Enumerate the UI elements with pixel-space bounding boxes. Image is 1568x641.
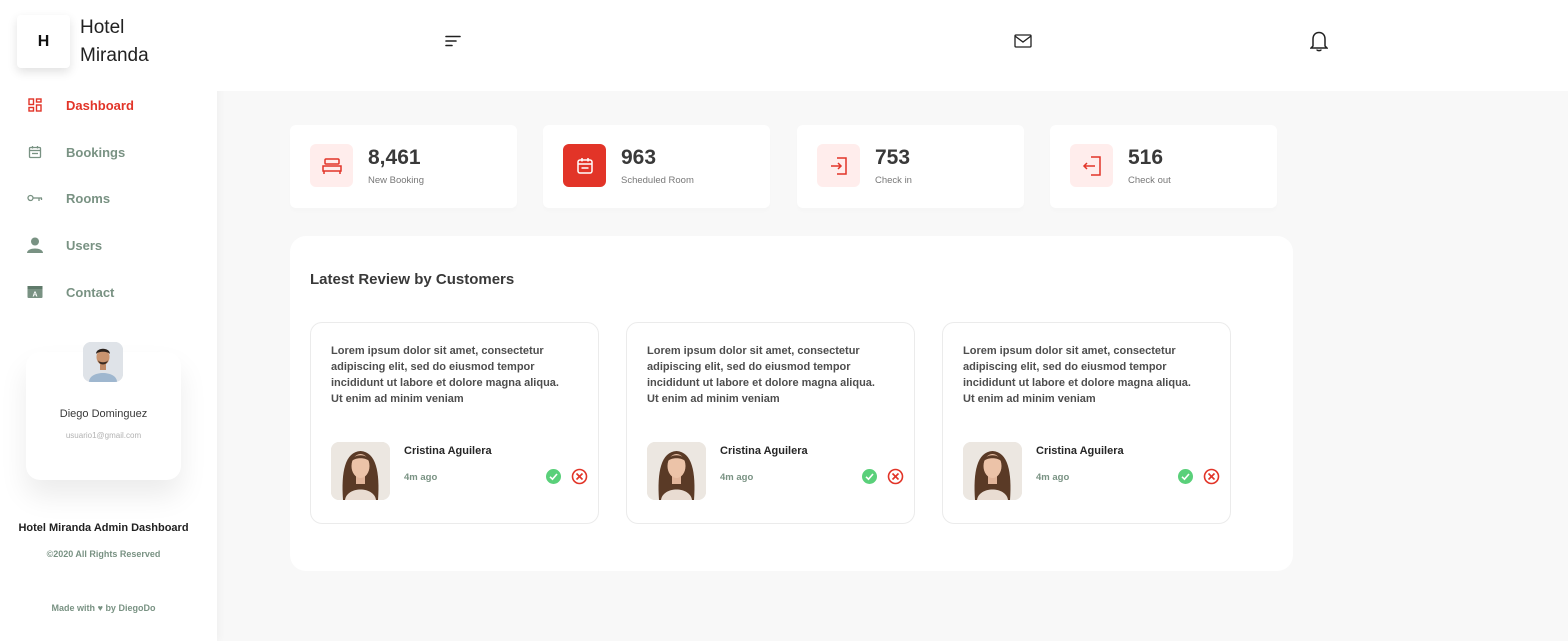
mail-icon[interactable]: [1012, 30, 1034, 52]
sidebar: H Hotel Miranda Dashboard Bookings Rooms: [0, 0, 217, 641]
review-text: Lorem ipsum dolor sit amet, consectetur …: [331, 345, 559, 405]
reject-icon[interactable]: [887, 468, 904, 485]
kpi-label: Scheduled Room: [621, 175, 694, 186]
sidebar-item-users[interactable]: Users: [27, 234, 102, 256]
kpi-label: Check out: [1128, 175, 1171, 186]
kpi-card-new-booking[interactable]: 8,461 New Booking: [290, 125, 517, 208]
kpi-value: 516: [1128, 146, 1164, 169]
review-text: Lorem ipsum dolor sit amet, consectetur …: [963, 345, 1191, 405]
footer-made-with: Made with ♥ by DiegoDo: [0, 603, 207, 613]
sidebar-item-contact[interactable]: A Contact: [27, 281, 114, 303]
review-time: 4m ago: [404, 472, 438, 483]
heart-icon: ♥: [97, 603, 103, 613]
reviewer-name: Cristina Aguilera: [1036, 445, 1124, 457]
review-time: 4m ago: [1036, 472, 1070, 483]
login-icon: [817, 144, 860, 187]
user-icon: [27, 237, 43, 253]
sidebar-item-label: Dashboard: [66, 97, 134, 113]
sidebar-item-label: Users: [66, 237, 103, 253]
brand-name: Hotel Miranda: [80, 17, 149, 66]
user-email: usuario1@gmail.com: [65, 431, 142, 440]
calendar-icon: [563, 144, 606, 187]
kpi-card-check-in[interactable]: 753 Check in: [797, 125, 1024, 208]
key-icon: [27, 190, 43, 206]
reviewer-name: Cristina Aguilera: [720, 445, 808, 457]
made-with-prefix: Made with: [51, 603, 96, 613]
reviewer-photo: [647, 442, 706, 500]
review-card[interactable]: Lorem ipsum dolor sit amet, consectetur …: [942, 322, 1231, 524]
sidebar-item-bookings[interactable]: Bookings: [27, 141, 125, 163]
sidebar-item-label: Contact: [66, 284, 115, 300]
top-bar: [217, 0, 1568, 91]
user-name: Diego Dominguez: [59, 408, 148, 420]
approve-icon[interactable]: [546, 469, 561, 484]
sidebar-item-label: Bookings: [66, 144, 126, 160]
footer-rights: ©2020 All Rights Reserved: [46, 549, 161, 559]
reviewer-photo: [331, 442, 390, 500]
dashboard-icon: [27, 97, 43, 113]
approve-icon[interactable]: [1178, 469, 1193, 484]
made-with-suffix: by DiegoDo: [105, 603, 156, 613]
bed-icon: [310, 144, 353, 187]
reviews-panel: Latest Review by Customers Lorem ipsum d…: [290, 236, 1293, 571]
kpi-value: 753: [875, 146, 911, 169]
review-card[interactable]: Lorem ipsum dolor sit amet, consectetur …: [310, 322, 599, 524]
reject-icon[interactable]: [1203, 468, 1220, 485]
sidebar-item-rooms[interactable]: Rooms: [27, 187, 110, 209]
footer-title: Hotel Miranda Admin Dashboard: [18, 522, 189, 534]
sidebar-item-label: Rooms: [66, 190, 111, 206]
reviewer-photo: [963, 442, 1022, 500]
review-text: Lorem ipsum dolor sit amet, consectetur …: [647, 345, 875, 405]
menu-icon[interactable]: [442, 30, 464, 52]
approve-icon[interactable]: [862, 469, 877, 484]
bell-icon[interactable]: [1308, 30, 1330, 52]
svg-text:A: A: [32, 292, 37, 299]
calendar-icon: [27, 144, 43, 160]
reviewer-name: Cristina Aguilera: [404, 445, 492, 457]
sidebar-item-dashboard[interactable]: Dashboard: [27, 94, 134, 116]
kpi-label: New Booking: [368, 175, 424, 186]
review-card[interactable]: Lorem ipsum dolor sit amet, consectetur …: [626, 322, 915, 524]
kpi-value: 8,461: [368, 146, 421, 169]
kpi-label: Check in: [875, 175, 912, 186]
contact-icon: A: [27, 284, 43, 300]
avatar[interactable]: [83, 342, 123, 382]
kpi-value: 963: [621, 146, 657, 169]
reject-icon[interactable]: [571, 468, 588, 485]
logo-badge[interactable]: H: [17, 15, 70, 68]
review-time: 4m ago: [720, 472, 754, 483]
kpi-card-check-out[interactable]: 516 Check out: [1050, 125, 1277, 208]
reviews-title: Latest Review by Customers: [310, 271, 515, 288]
logout-icon: [1070, 144, 1113, 187]
kpi-card-scheduled-room[interactable]: 963 Scheduled Room: [543, 125, 770, 208]
